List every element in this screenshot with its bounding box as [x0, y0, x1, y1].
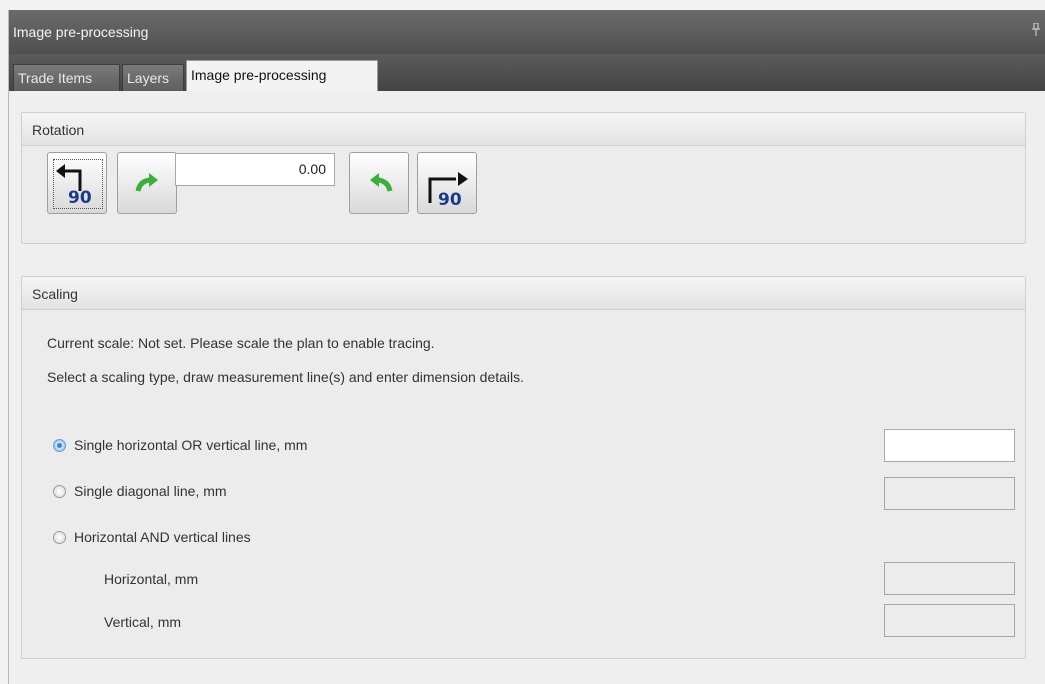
vertical-input[interactable]: [884, 604, 1015, 637]
scaling-instructions: Select a scaling type, draw measurement …: [47, 369, 525, 385]
radio-label: Single horizontal OR vertical line, mm: [74, 437, 308, 453]
current-scale-text: Current scale: Not set. Please scale the…: [47, 335, 435, 351]
rotate-90-ccw-label: 90: [68, 188, 92, 208]
vertical-mm-label: Vertical, mm: [104, 614, 182, 630]
radio-label: Horizontal AND vertical lines: [74, 529, 251, 545]
rotation-header: Rotation: [22, 113, 1025, 146]
panel-titlebar: Image pre-processing: [9, 10, 1045, 54]
pin-icon[interactable]: [1032, 23, 1040, 37]
tab-label: Trade Items: [18, 70, 93, 86]
horizontal-mm-label: Horizontal, mm: [104, 571, 199, 587]
scaling-header: Scaling: [22, 277, 1025, 310]
tab-label: Image pre-processing: [191, 67, 327, 83]
rotate-ccw-step-button[interactable]: [117, 152, 177, 214]
horizontal-input[interactable]: [884, 562, 1015, 595]
rotate-90-cw-label: 90: [438, 190, 462, 210]
tab-strip: Trade Items Layers Image pre-processing: [9, 54, 1045, 91]
tab-trade-items[interactable]: Trade Items: [13, 64, 120, 91]
rotation-angle-input[interactable]: 0.00: [175, 153, 335, 186]
radio-button[interactable]: [53, 485, 66, 498]
tab-image-pre-processing[interactable]: Image pre-processing: [186, 60, 378, 91]
single-line-input[interactable]: [884, 429, 1015, 462]
green-curve-arrow-icon: [135, 173, 158, 192]
arrow-right-90-icon: 90: [428, 172, 468, 210]
radio-button[interactable]: [53, 531, 66, 544]
rotate-90-cw-button[interactable]: 90: [417, 152, 477, 214]
panel-title: Image pre-processing: [13, 24, 149, 40]
rotate-90-ccw-button[interactable]: 90: [47, 152, 107, 214]
diagonal-input[interactable]: [884, 477, 1015, 510]
arrow-left-90-icon: 90: [56, 164, 92, 208]
tab-layers[interactable]: Layers: [122, 64, 184, 91]
scaling-group: Scaling: [21, 276, 1026, 659]
radio-label: Single diagonal line, mm: [74, 483, 227, 499]
tab-label: Layers: [127, 70, 170, 86]
radio-button[interactable]: [53, 439, 66, 452]
rotate-cw-step-button[interactable]: [349, 152, 409, 214]
green-curve-arrow-icon: [370, 173, 393, 192]
